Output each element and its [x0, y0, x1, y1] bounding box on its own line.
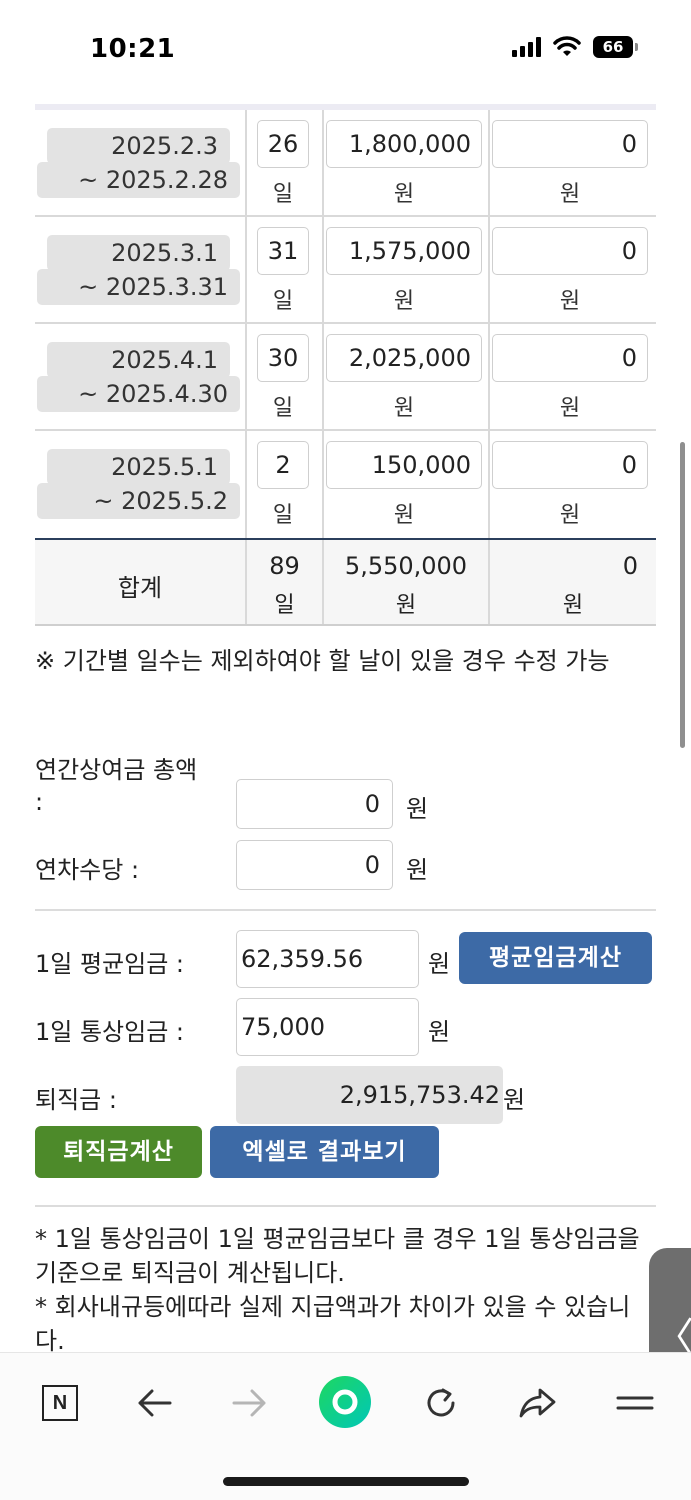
extra-input[interactable]: 0 — [492, 120, 648, 168]
severance-output: 2,915,753.42 — [236, 1066, 503, 1124]
table-row: 2025.4.1 ~ 2025.4.30 30 일 2,025,000 원 0 … — [35, 324, 656, 431]
period-end: ~ 2025.3.31 — [37, 269, 240, 305]
cellular-signal-icon — [512, 37, 541, 57]
wage-input[interactable]: 150,000 — [326, 441, 482, 489]
table-row: 2025.5.1 ~ 2025.5.2 2 일 150,000 원 0 원 — [35, 431, 656, 538]
naver-n-icon[interactable]: N — [36, 1379, 84, 1427]
period-start: 2025.5.1 — [47, 449, 230, 485]
extra-unit: 원 — [559, 503, 581, 528]
bonus-label: 연간상여금 총액 — [35, 756, 198, 784]
days-unit: 일 — [272, 182, 294, 207]
total-days-unit: 일 — [274, 593, 295, 618]
period-end: ~ 2025.2.28 — [37, 162, 240, 198]
period-start: 2025.4.1 — [47, 342, 230, 378]
home-indicator — [223, 1477, 469, 1486]
total-label: 합계 — [117, 574, 163, 602]
back-arrow-icon[interactable] — [130, 1379, 178, 1427]
allowance-input[interactable]: 0 — [236, 840, 393, 890]
days-input[interactable]: 30 — [257, 334, 309, 382]
extra-unit: 원 — [559, 289, 581, 314]
wifi-icon — [553, 36, 581, 56]
status-icons: 66 — [512, 36, 638, 58]
wage-input[interactable]: 1,575,000 — [326, 227, 482, 275]
scrollbar-thumb[interactable] — [680, 442, 685, 748]
divider — [35, 909, 656, 911]
wage-unit: 원 — [393, 396, 415, 421]
days-unit: 일 — [272, 503, 294, 528]
period-start: 2025.3.1 — [47, 235, 230, 271]
period-end: ~ 2025.5.2 — [37, 483, 240, 519]
naver-letter: N — [42, 1385, 78, 1421]
bonus-input[interactable]: 0 — [236, 779, 393, 829]
ordinary-wage-label: 1일 통상임금 : — [35, 1018, 185, 1046]
period-end: ~ 2025.4.30 — [37, 376, 240, 412]
days-edit-note: ※ 기간별 일수는 제외하여야 할 날이 있을 경우 수정 가능 — [35, 647, 610, 675]
total-row: 합계 89 일 5,550,000 원 0 원 — [35, 538, 656, 626]
bonus-unit: 원 — [406, 795, 429, 823]
days-unit: 일 — [272, 396, 294, 421]
browser-toolbar: N — [0, 1352, 691, 1500]
severance-label: 퇴직금 : — [35, 1086, 117, 1114]
menu-icon[interactable] — [610, 1379, 658, 1427]
total-days: 89 — [269, 552, 300, 580]
divider — [35, 1205, 656, 1207]
days-input[interactable]: 31 — [257, 227, 309, 275]
allowance-unit: 원 — [406, 856, 429, 884]
green-circle-icon[interactable] — [318, 1375, 372, 1429]
reload-icon[interactable] — [417, 1379, 465, 1427]
extra-unit: 원 — [559, 182, 581, 207]
ordinary-wage-unit: 원 — [428, 1018, 451, 1046]
total-wage: 5,550,000 — [344, 552, 468, 580]
status-time: 10:21 — [90, 34, 176, 64]
footnote-ordinary-wage: * 1일 통상임금이 1일 평균임금보다 클 경우 1일 통상임금을 기준으로 … — [35, 1225, 640, 1287]
forward-arrow-icon[interactable] — [226, 1379, 274, 1427]
excel-result-button[interactable]: 엑셀로 결과보기 — [210, 1126, 439, 1178]
avg-wage-input[interactable]: 62,359.56 — [236, 930, 419, 988]
bonus-label-colon: : — [35, 788, 44, 816]
share-icon[interactable] — [514, 1379, 562, 1427]
period-start: 2025.2.3 — [47, 128, 230, 164]
total-extra-unit: 원 — [562, 593, 584, 618]
avg-wage-calc-button[interactable]: 평균임금계산 — [459, 932, 652, 984]
wage-period-table: 2025.2.3 ~ 2025.2.28 26 일 1,800,000 원 0 … — [35, 110, 656, 626]
extra-input[interactable]: 0 — [492, 441, 648, 489]
allowance-label: 연차수당 : — [35, 856, 140, 884]
days-unit: 일 — [272, 289, 294, 314]
battery-icon: 66 — [593, 36, 638, 58]
table-row: 2025.2.3 ~ 2025.2.28 26 일 1,800,000 원 0 … — [35, 110, 656, 217]
wage-unit: 원 — [393, 182, 415, 207]
footnote-company-rules: * 회사내규등에따라 실제 지급액과가 차이가 있을 수 있습니다. — [35, 1293, 631, 1355]
extra-input[interactable]: 0 — [492, 227, 648, 275]
avg-wage-label: 1일 평균임금 : — [35, 950, 185, 978]
severance-calc-button[interactable]: 퇴직금계산 — [35, 1126, 202, 1178]
wage-input[interactable]: 1,800,000 — [326, 120, 482, 168]
ordinary-wage-input[interactable]: 75,000 — [236, 998, 419, 1056]
total-wage-unit: 원 — [395, 593, 417, 618]
wage-unit: 원 — [393, 289, 415, 314]
severance-unit: 원 — [503, 1086, 526, 1114]
total-extra: 0 — [622, 552, 638, 580]
days-input[interactable]: 2 — [257, 441, 309, 489]
avg-wage-unit: 원 — [428, 950, 451, 978]
status-bar: 10:21 66 — [0, 0, 691, 104]
extra-unit: 원 — [559, 396, 581, 421]
days-input[interactable]: 26 — [257, 120, 309, 168]
table-row: 2025.3.1 ~ 2025.3.31 31 일 1,575,000 원 0 … — [35, 217, 656, 324]
extra-input[interactable]: 0 — [492, 334, 648, 382]
footnotes: * 1일 통상임금이 1일 평균임금보다 클 경우 1일 통상임금을 기준으로 … — [35, 1222, 655, 1358]
wage-unit: 원 — [393, 503, 415, 528]
wage-input[interactable]: 2,025,000 — [326, 334, 482, 382]
